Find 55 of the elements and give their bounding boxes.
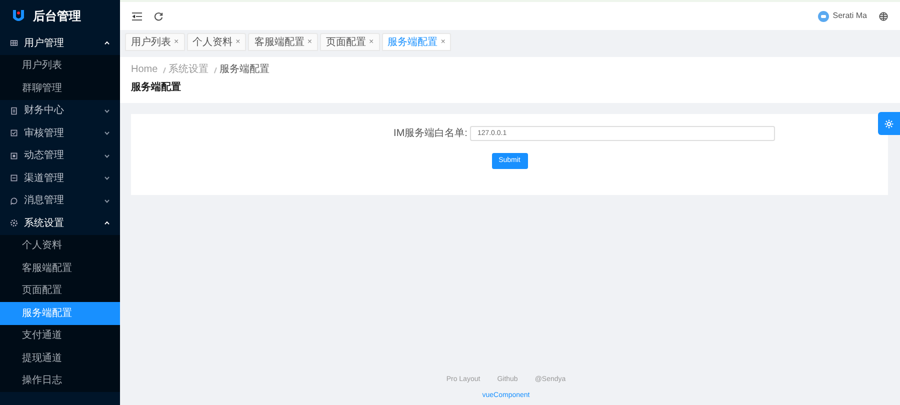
tab-label: 客服端配置 [254, 36, 304, 50]
close-icon[interactable]: × [236, 36, 240, 48]
tab[interactable]: 客服端配置 × [248, 33, 318, 51]
submenu-item[interactable]: 提现通道 [0, 347, 120, 370]
submenu-item[interactable]: 客服端配置 [0, 257, 120, 280]
menu-fold-icon[interactable] [132, 12, 142, 20]
menu-icon [10, 39, 18, 48]
page-title: 服务端配置 [131, 80, 182, 95]
menu-icon [10, 196, 18, 205]
menu-icon [10, 152, 18, 160]
menu-item[interactable]: 财务中心 [0, 100, 120, 122]
settings-button[interactable] [878, 112, 900, 135]
caret-icon [104, 198, 110, 203]
globe-icon[interactable] [879, 12, 888, 20]
close-icon[interactable]: × [440, 36, 446, 48]
caret-icon [104, 108, 110, 113]
menu-item[interactable]: 用户管理 [0, 32, 120, 54]
close-icon[interactable]: × [307, 36, 312, 48]
submenu-item[interactable]: 群聊管理 [0, 77, 120, 100]
caret-icon [104, 131, 110, 136]
caret-icon [104, 221, 110, 226]
tab[interactable]: 服务端配置 × [382, 33, 452, 51]
menu-icon [10, 129, 18, 138]
submenu-item[interactable]: 支付通道 [0, 324, 120, 347]
submenu-item[interactable]: 个人资料 [0, 234, 120, 257]
close-icon[interactable]: × [174, 36, 179, 48]
menu-icon [10, 106, 18, 115]
submenu-item[interactable]: 用户列表 [0, 54, 120, 77]
tab-label: 用户列表 [131, 36, 171, 50]
submenu-item[interactable]: 操作日志 [0, 370, 120, 392]
settings-icon [884, 118, 894, 128]
tab-label: 个人资料 [192, 36, 233, 50]
tab-label: 服务端配置 [388, 36, 438, 50]
caret-icon [104, 154, 110, 158]
menu-item[interactable]: 系统设置 [0, 212, 120, 234]
menu-icon [10, 219, 18, 228]
app-title: 后台管理 [33, 8, 81, 25]
menu-item[interactable]: 消息管理 [0, 190, 120, 212]
refresh-icon[interactable] [154, 12, 163, 20]
field-label: IM服务端白名单: [394, 126, 468, 141]
close-icon[interactable]: × [369, 36, 374, 48]
caret-icon [104, 176, 110, 180]
caret-icon [104, 41, 110, 46]
tab[interactable]: 个人资料 × [186, 33, 246, 51]
breadcrumb-item: 服务端配置 [220, 62, 270, 77]
user-name[interactable]: Serati Ma [832, 10, 867, 22]
menu-icon [10, 174, 18, 182]
tab-label: 页面配置 [326, 36, 366, 50]
menu-item[interactable]: 动态管理 [0, 144, 120, 167]
tab[interactable]: 用户列表 × [125, 33, 185, 51]
submenu-item[interactable]: 页面配置 [0, 280, 120, 302]
logo-icon [12, 8, 25, 24]
tab[interactable]: 页面配置 × [320, 33, 380, 51]
menu-item[interactable]: 审核管理 [0, 122, 120, 144]
menu-item[interactable]: 渠道管理 [0, 167, 120, 190]
